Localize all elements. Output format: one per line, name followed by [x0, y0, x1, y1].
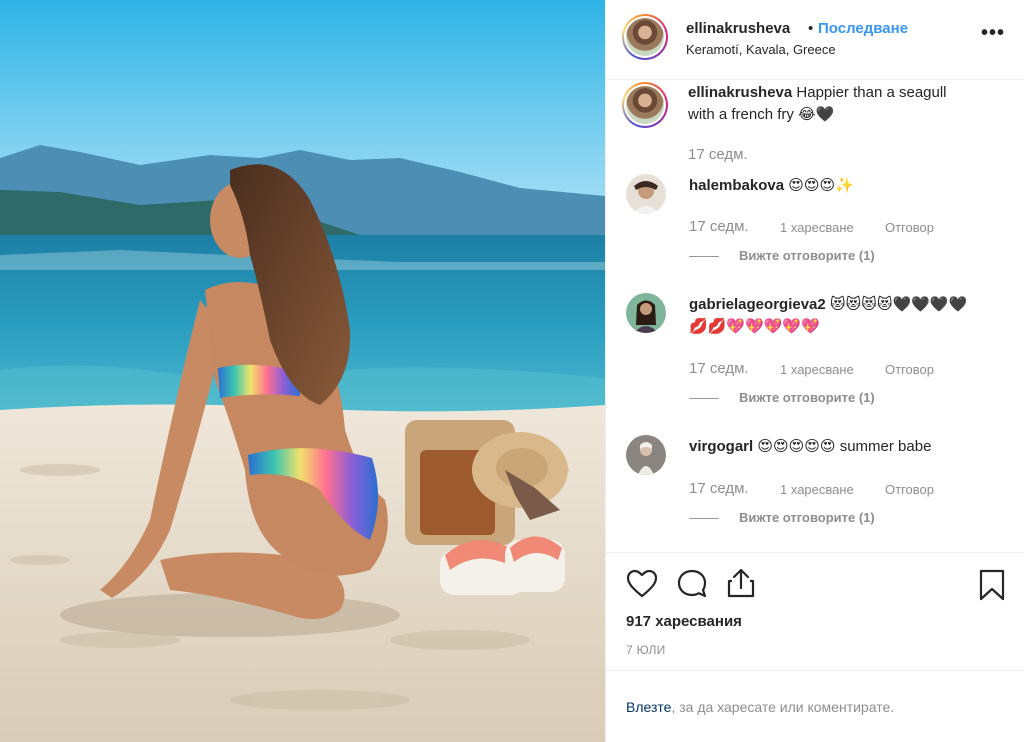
post-location[interactable]: Keramotí, Kavala, Greece — [686, 42, 836, 57]
replies-divider — [689, 398, 719, 399]
caption-avatar[interactable] — [622, 82, 668, 128]
replies-divider — [689, 256, 719, 257]
comment-body: 😍😍😍😍😍 summer babe — [753, 438, 932, 455]
reply-button[interactable]: Отговор — [885, 482, 934, 497]
follow-button[interactable]: Последване — [818, 20, 908, 37]
more-options-icon[interactable]: ••• — [981, 22, 1005, 45]
caption-body: Happier than a seagull — [792, 84, 947, 101]
replies-divider — [689, 518, 719, 519]
comment-likes[interactable]: 1 харесване — [780, 362, 854, 377]
heart-icon[interactable] — [626, 569, 658, 604]
post-sidebar: ellinakrusheva • Последване Keramotí, Ka… — [605, 0, 1024, 742]
beach-photo-illustration — [0, 0, 605, 742]
view-replies-button[interactable]: Вижте отговорите (1) — [739, 248, 875, 263]
comment-username[interactable]: virgogarl — [689, 438, 753, 455]
view-replies-button[interactable]: Вижте отговорите (1) — [739, 390, 875, 405]
comment-username[interactable]: gabrielageorgieva2 — [689, 296, 826, 313]
share-icon[interactable] — [726, 567, 756, 604]
reply-button[interactable]: Отговор — [885, 220, 934, 235]
login-prompt: Влезте, за да харесате или коментирате. — [606, 670, 1024, 742]
author-avatar[interactable] — [622, 14, 668, 60]
caption-text: ellinakrusheva Happier than a seagull wi… — [688, 82, 1008, 126]
comment-bubble-icon[interactable] — [676, 568, 708, 605]
author-username[interactable]: ellinakrusheva — [686, 20, 790, 37]
bookmark-icon[interactable] — [979, 569, 1005, 606]
comment-likes[interactable]: 1 харесване — [780, 220, 854, 235]
caption-body-line2: with a french fry 😂🖤 — [688, 106, 835, 123]
comment-time[interactable]: 17 седм. — [689, 218, 749, 235]
reply-button[interactable]: Отговор — [885, 362, 934, 377]
comment-body: 😍😍😍✨ — [784, 177, 854, 194]
comment-username[interactable]: halembakova — [689, 177, 784, 194]
login-prompt-body: , за да харесате или коментирате. — [671, 699, 895, 715]
post-date[interactable]: 7 ЮЛИ — [626, 643, 666, 657]
caption-username[interactable]: ellinakrusheva — [688, 84, 792, 101]
post-photo[interactable] — [0, 0, 605, 742]
comment-text: gabrielageorgieva2 😻😻😻😻🖤🖤🖤🖤 💋💋💖💖💖💖💖 — [689, 294, 1009, 338]
commenter-avatar[interactable] — [626, 435, 666, 475]
comment-body-line2: 💋💋💖💖💖💖💖 — [689, 318, 820, 335]
comment-time[interactable]: 17 седм. — [689, 480, 749, 497]
likes-count[interactable]: 917 харесвания — [626, 613, 742, 630]
comment-body: 😻😻😻😻🖤🖤🖤🖤 — [825, 296, 968, 313]
login-link[interactable]: Влезте — [626, 699, 671, 715]
caption-time[interactable]: 17 седм. — [688, 146, 748, 163]
post-header: ellinakrusheva • Последване Keramotí, Ka… — [606, 0, 1024, 80]
commenter-avatar[interactable] — [626, 293, 666, 333]
separator-dot: • — [808, 20, 814, 37]
comment-likes[interactable]: 1 харесване — [780, 482, 854, 497]
comment-time[interactable]: 17 седм. — [689, 360, 749, 377]
comment-text: halembakova 😍😍😍✨ — [689, 175, 854, 197]
login-prompt-text: Влезте, за да харесате или коментирате. — [626, 699, 894, 715]
comments-list[interactable]: ellinakrusheva Happier than a seagull wi… — [606, 80, 1024, 552]
post-actions: 917 харесвания 7 ЮЛИ — [606, 552, 1024, 670]
view-replies-button[interactable]: Вижте отговорите (1) — [739, 510, 875, 525]
commenter-avatar[interactable] — [626, 174, 666, 214]
comment-text: virgogarl 😍😍😍😍😍 summer babe — [689, 436, 931, 458]
